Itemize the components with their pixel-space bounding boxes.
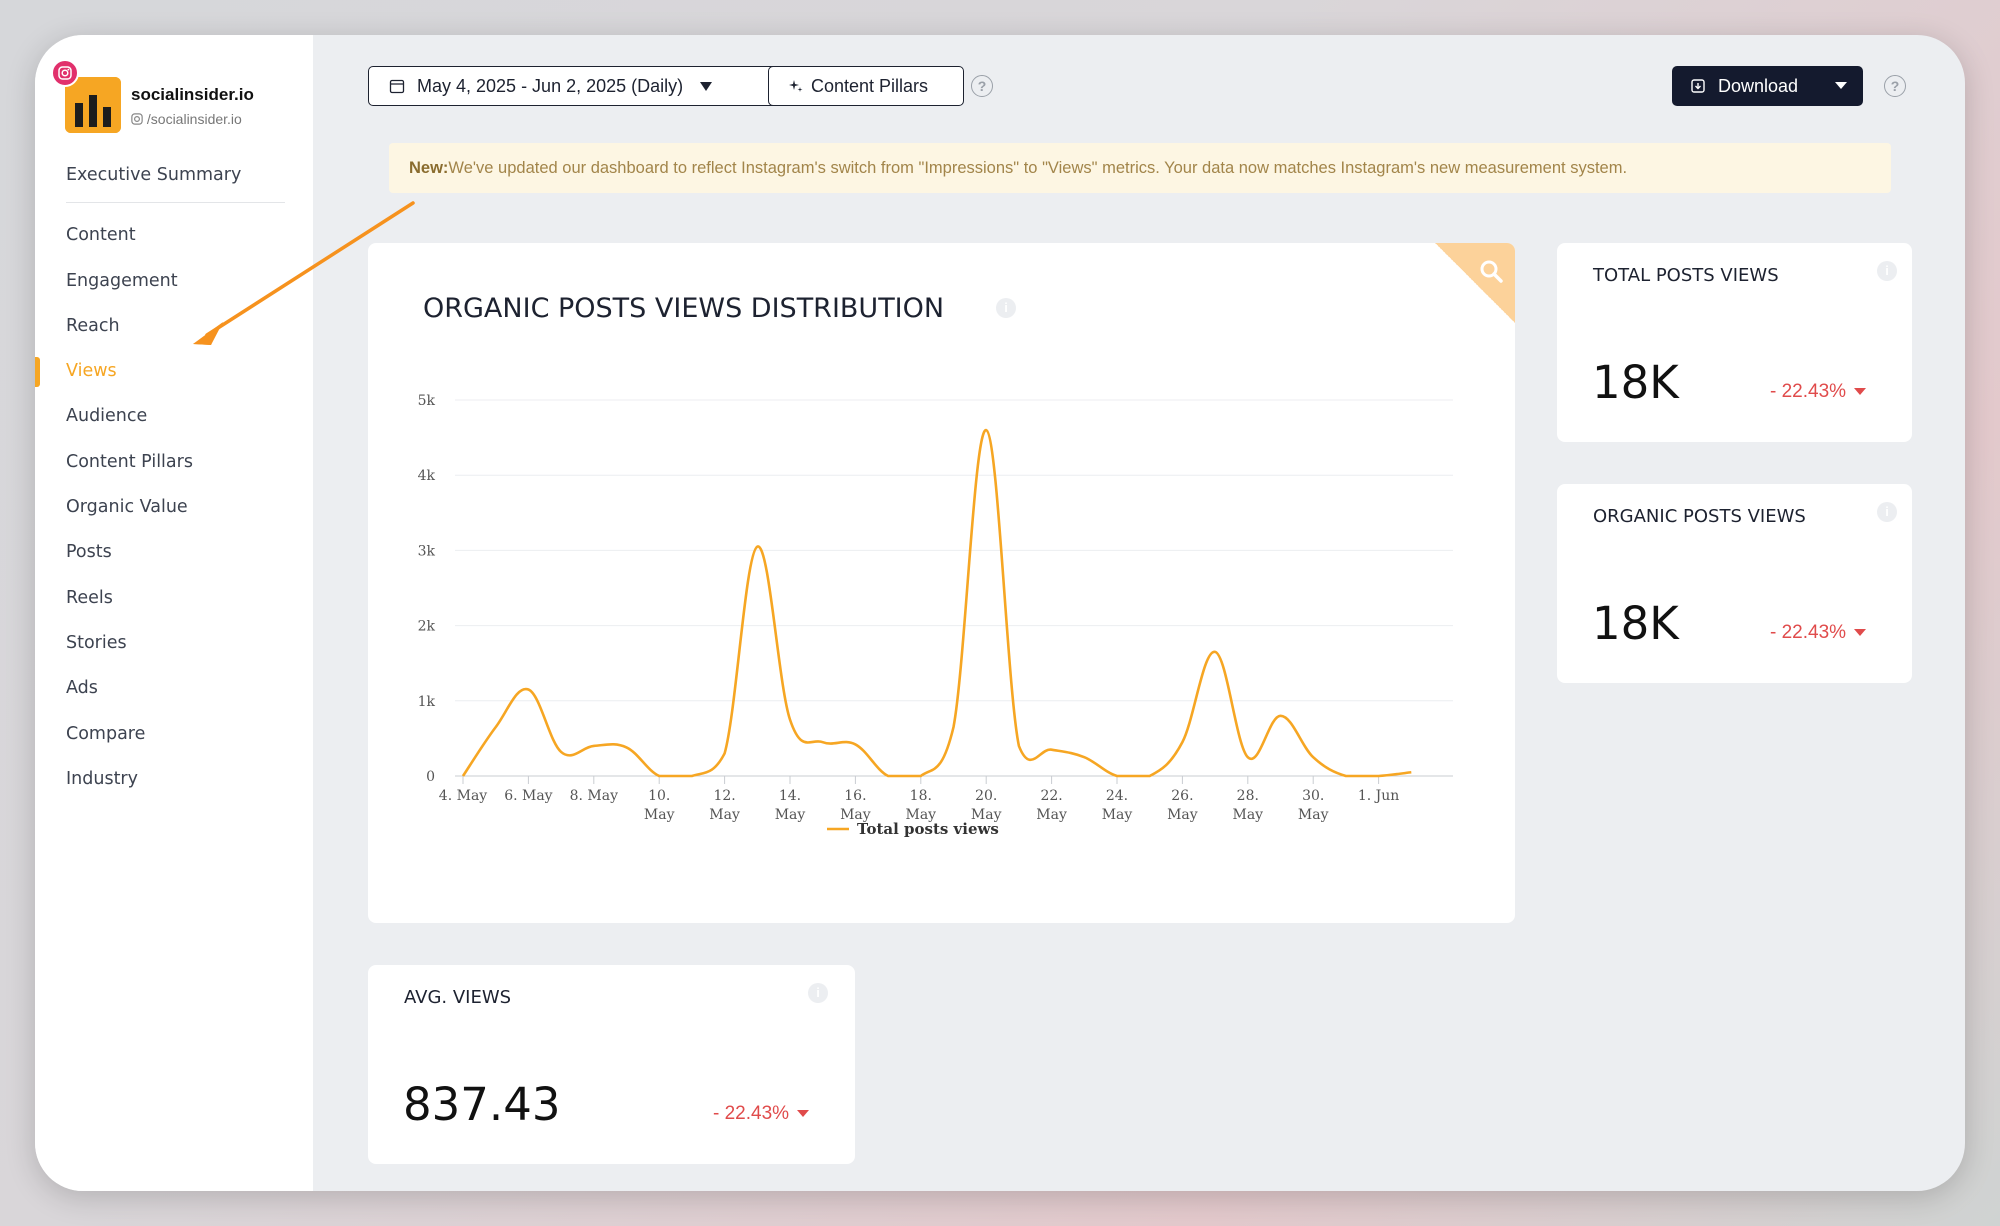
y-tick-label: 5k <box>418 393 436 409</box>
kpi-title: AVG. VIEWS <box>404 987 512 1008</box>
y-tick-label: 0 <box>426 769 435 785</box>
kpi-change-text: - 22.43% <box>1770 381 1847 402</box>
x-tick-label: 16. <box>844 788 866 804</box>
sidebar-item-industry[interactable]: Industry <box>35 757 313 802</box>
logo-icon <box>65 77 121 133</box>
x-axis: 4. May 6. May 8. May 10. May 12. May 14. May 16. M… <box>439 776 1399 823</box>
download-dropdown-toggle[interactable] <box>1819 66 1863 106</box>
sidebar-item-compare[interactable]: Compare <box>35 712 313 757</box>
notice-prefix: New: <box>409 159 449 177</box>
help-icon[interactable]: ? <box>971 75 993 97</box>
caret-down-icon <box>1854 629 1867 637</box>
kpi-change-text: - 22.43% <box>713 1103 790 1124</box>
y-axis: 0 1k 2k 3k 4k 5k <box>418 393 436 785</box>
x-tick-label: May <box>1036 807 1067 823</box>
sidebar-item-reels[interactable]: Reels <box>35 576 313 621</box>
sidebar-item-executive-summary[interactable]: Executive Summary <box>35 153 313 198</box>
x-tick-label: 8. May <box>570 788 618 804</box>
x-tick-label: 12. <box>713 788 735 804</box>
kpi-value: 18K <box>1592 356 1679 409</box>
sidebar-item-posts[interactable]: Posts <box>35 530 313 575</box>
sidebar-item-content-pillars[interactable]: Content Pillars <box>35 440 313 485</box>
date-range-label: May 4, 2025 - Jun 2, 2025 (Daily) <box>417 75 684 96</box>
download-help-icon[interactable]: ? <box>1884 75 1906 97</box>
x-tick-label: 24. <box>1106 788 1128 804</box>
series-line-total-posts-views <box>461 428 1412 778</box>
x-tick-label: 22. <box>1040 788 1062 804</box>
kpi-change-text: - 22.43% <box>1770 622 1847 643</box>
x-tick-label: 4. May <box>439 788 487 804</box>
sidebar-item-stories[interactable]: Stories <box>35 621 313 666</box>
profile-handle-text: /socialinsider.io <box>146 111 242 127</box>
x-tick-label: 10. <box>648 788 670 804</box>
x-tick-label: 14. <box>779 788 801 804</box>
x-tick-label: May <box>1102 807 1133 823</box>
content-pillars-label: Content Pillars <box>811 75 929 96</box>
legend-label: Total posts views <box>857 820 999 838</box>
x-tick-label: 18. <box>910 788 932 804</box>
download-icon <box>1691 79 1705 93</box>
kpi-change: - 22.43% <box>713 1103 810 1125</box>
sidebar-item-organic-value[interactable]: Organic Value <box>35 485 313 530</box>
info-icon[interactable]: i <box>1877 261 1897 281</box>
profile-name: socialinsider.io <box>131 85 254 104</box>
x-tick-label: 28. <box>1237 788 1259 804</box>
sidebar-item-audience[interactable]: Audience <box>35 394 313 439</box>
content-pillars-button[interactable]: Content Pillars <box>768 66 964 106</box>
calendar-icon <box>389 79 405 94</box>
sparkle-icon <box>789 80 803 92</box>
x-tick-label: May <box>1167 807 1198 823</box>
caret-down-icon <box>1854 388 1867 396</box>
kpi-value: 18K <box>1592 597 1679 650</box>
x-tick-label: 26. <box>1171 788 1193 804</box>
x-tick-label: May <box>644 807 675 823</box>
kpi-card-avg-views: AVG. VIEWS i 837.43 - 22.43% <box>368 965 855 1164</box>
x-tick-label: May <box>1298 807 1329 823</box>
instagram-small-icon <box>131 113 143 125</box>
views-distribution-card: ORGANIC POSTS VIEWS DISTRIBUTION i 0 1k 2k… <box>368 243 1515 923</box>
chevron-down-icon <box>700 82 713 91</box>
chevron-down-icon <box>1835 82 1847 89</box>
x-tick-label: May <box>775 807 806 823</box>
caret-down-icon <box>797 1110 810 1118</box>
download-label: Download <box>1718 75 1799 96</box>
kpi-change: - 22.43% <box>1770 622 1867 644</box>
kpi-value: 837.43 <box>403 1078 561 1131</box>
profile-handle: /socialinsider.io <box>131 111 242 127</box>
kpi-change: - 22.43% <box>1770 381 1867 403</box>
notice-text: We've updated our dashboard to reflect I… <box>448 159 1628 177</box>
kpi-title: ORGANIC POSTS VIEWS <box>1593 506 1806 527</box>
kpi-card-total-posts-views: TOTAL POSTS VIEWS i 18K - 22.43% <box>1557 243 1912 442</box>
kpi-card-organic-posts-views: ORGANIC POSTS VIEWS i 18K - 22.43% <box>1557 484 1912 683</box>
app-window: socialinsider.io /socialinsider.io Execu… <box>35 35 1965 1191</box>
x-tick-label: 20. <box>975 788 997 804</box>
y-tick-label: 4k <box>418 468 436 484</box>
views-line-chart: 0 1k 2k 3k 4k 5k 4. May 6. May 8. May 10. May 12. M… <box>418 393 1453 838</box>
x-tick-label: May <box>1233 807 1264 823</box>
info-icon[interactable]: i <box>808 983 828 1003</box>
kpi-title: TOTAL POSTS VIEWS <box>1593 265 1779 286</box>
x-tick-label: May <box>709 807 740 823</box>
profile-header: socialinsider.io /socialinsider.io <box>51 59 305 133</box>
info-icon[interactable]: i <box>1877 502 1897 522</box>
x-tick-label: 1. Jun <box>1358 788 1399 804</box>
sidebar-item-ads[interactable]: Ads <box>35 666 313 711</box>
arrow-annotation <box>193 201 415 345</box>
y-tick-label: 3k <box>418 543 436 559</box>
x-tick-label: 30. <box>1302 788 1324 804</box>
instagram-icon <box>51 59 79 87</box>
y-tick-label: 1k <box>418 694 436 710</box>
x-tick-label: 6. May <box>504 788 552 804</box>
y-tick-label: 2k <box>418 619 436 635</box>
date-range-picker[interactable]: May 4, 2025 - Jun 2, 2025 (Daily) <box>368 66 789 106</box>
download-button[interactable]: Download <box>1672 66 1863 106</box>
avatar <box>65 77 121 133</box>
notice-banner: New:We've updated our dashboard to refle… <box>389 143 1891 193</box>
